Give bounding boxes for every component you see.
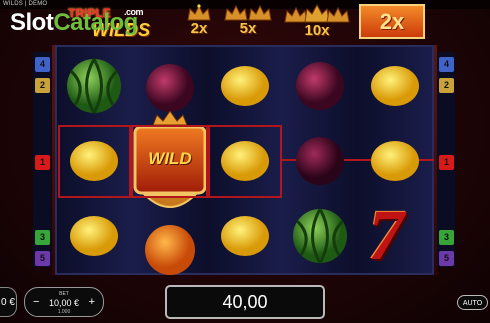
plum-icon	[296, 62, 344, 110]
lemon-icon	[70, 216, 118, 256]
payline-badge-1[interactable]: 1	[439, 155, 454, 170]
payline-badge-5[interactable]: 5	[439, 251, 454, 266]
payline-badge-3[interactable]: 3	[439, 230, 454, 245]
payline-badge-3[interactable]: 3	[35, 230, 50, 245]
multiplier-5x: 5x	[218, 4, 278, 44]
reel-5-row-1	[358, 50, 432, 122]
balance-pill: 0 €	[0, 287, 17, 317]
reel-4-row-1	[283, 50, 357, 122]
paylines-left: 4 2 1 3 5	[33, 52, 51, 267]
payline-badge-5[interactable]: 5	[35, 251, 50, 266]
reel-5-row-3: 7	[358, 195, 432, 275]
auto-spin-button[interactable]: AUTO	[457, 295, 488, 310]
seven-symbol: 7	[368, 195, 404, 275]
reel-4-row-2	[283, 125, 357, 197]
reel-3-row-1	[208, 50, 282, 122]
reel-2-row-3	[133, 200, 207, 276]
bet-control: − BET 10,00 € 1.000 +	[24, 287, 104, 317]
plum-icon	[146, 64, 194, 112]
crown-icon	[284, 4, 350, 23]
paylines-right: 4 2 1 3 5	[437, 52, 455, 267]
lemon-icon	[221, 216, 269, 256]
watermark-domain: .com	[124, 7, 144, 17]
orange-icon	[145, 225, 195, 276]
reel-4-row-3	[283, 200, 357, 272]
lemon-icon	[221, 66, 269, 106]
win-highlight-reel-3	[208, 125, 282, 198]
reel-1-row-1	[57, 50, 131, 122]
payline-badge-4[interactable]: 4	[35, 57, 50, 72]
win-highlight-reel-2	[131, 125, 208, 198]
reel-1-row-3	[57, 200, 131, 272]
active-multiplier-box: 2x	[359, 4, 425, 39]
multiplier-10x: 10x	[282, 4, 352, 44]
payline-badge-4[interactable]: 4	[439, 57, 454, 72]
payline-badge-2[interactable]: 2	[439, 78, 454, 93]
lemon-icon	[371, 66, 419, 106]
plum-icon	[296, 137, 344, 185]
watermark-slot: Slot	[10, 9, 54, 36]
bet-sub-value: 1.000	[57, 309, 71, 315]
reel-3-row-3	[208, 200, 282, 272]
bet-increase-button[interactable]: +	[89, 296, 95, 308]
payline-badge-1[interactable]: 1	[35, 155, 50, 170]
watermark-logo: SlotCatalog .com	[10, 7, 144, 37]
multiplier-value: 5x	[239, 20, 257, 37]
active-multiplier-value: 2x	[379, 9, 405, 34]
reel-5-row-2	[358, 125, 432, 197]
payline-badge-2[interactable]: 2	[35, 78, 50, 93]
watermelon-icon	[67, 58, 121, 114]
lemon-icon	[371, 141, 419, 181]
win-highlight-reel-1	[58, 125, 131, 198]
win-display: 40,00	[165, 285, 325, 319]
watermelon-icon	[293, 208, 347, 264]
game-label: WILDS | DEMO	[3, 1, 48, 7]
multiplier-value: 10x	[304, 22, 330, 39]
